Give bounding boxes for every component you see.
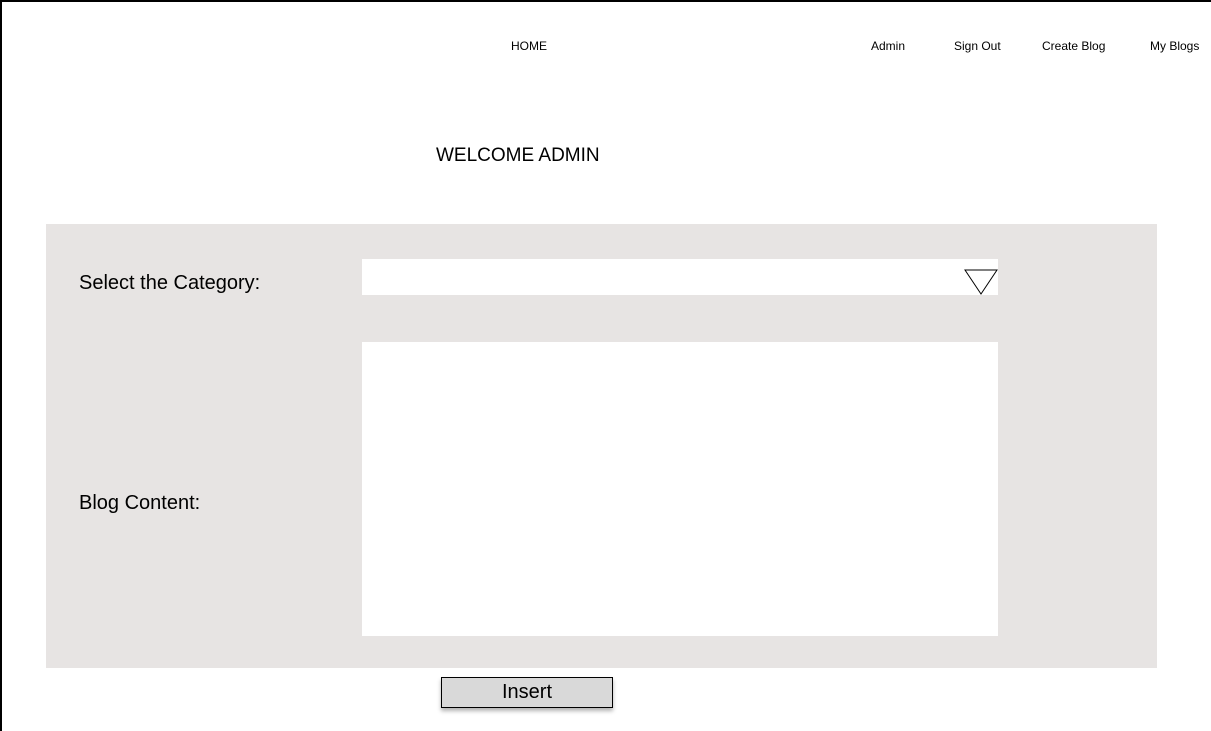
insert-button[interactable]: Insert — [441, 677, 613, 708]
blog-content-label: Blog Content: — [79, 492, 201, 514]
chevron-down-icon[interactable] — [964, 269, 998, 295]
nav-home-link[interactable]: HOME — [511, 37, 547, 55]
page-title: WELCOME ADMIN — [436, 145, 600, 166]
nav-sign-out-link[interactable]: Sign Out — [954, 37, 1001, 55]
blog-content-textarea[interactable] — [362, 342, 998, 636]
create-blog-form: Select the Category: Blog Content: — [46, 224, 1157, 668]
nav-admin-link[interactable]: Admin — [871, 37, 905, 55]
category-label: Select the Category: — [79, 272, 261, 294]
nav-create-blog-link[interactable]: Create Blog — [1042, 37, 1105, 55]
category-select[interactable] — [362, 259, 998, 295]
nav-my-blogs-link[interactable]: My Blogs — [1150, 37, 1199, 55]
